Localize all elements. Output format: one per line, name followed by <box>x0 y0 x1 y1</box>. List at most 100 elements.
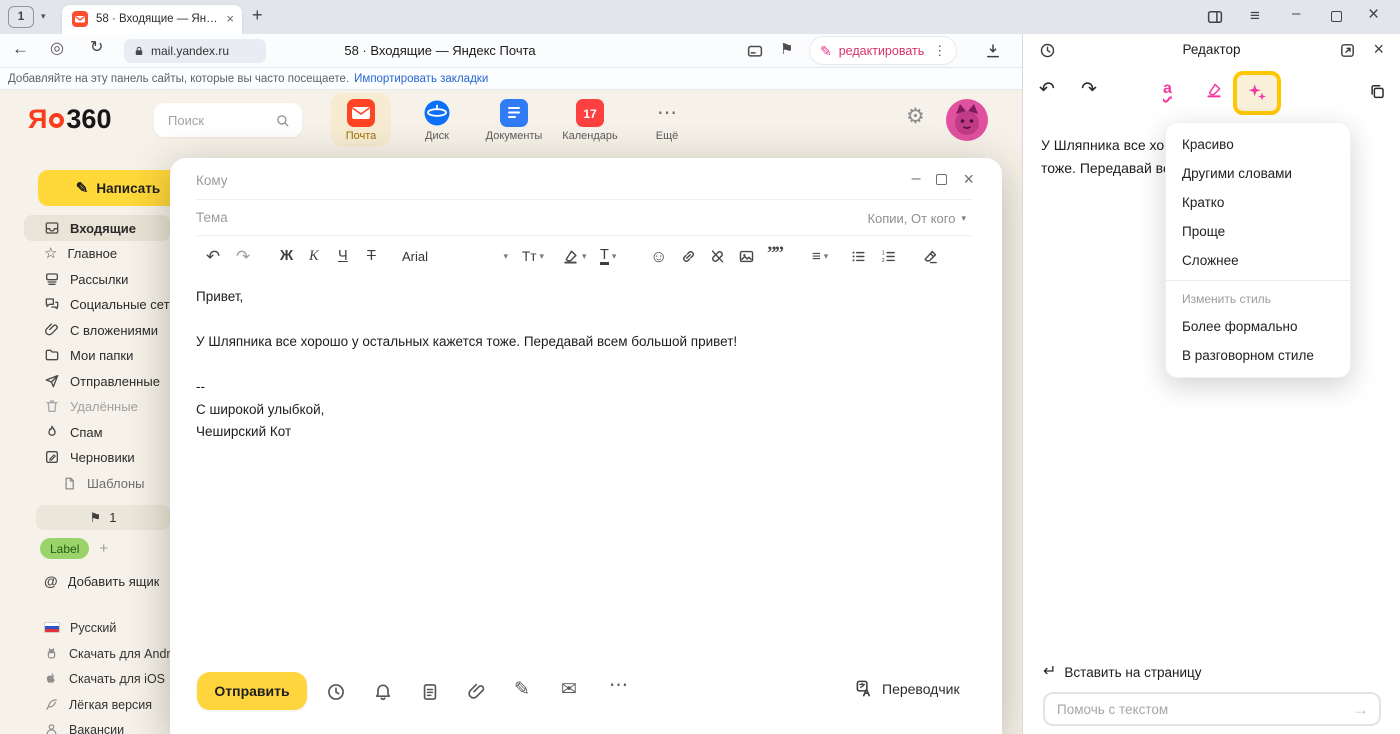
strikethrough-button[interactable]: Т <box>367 246 376 266</box>
improve-style-icon[interactable] <box>1205 81 1223 99</box>
reminder-bell-icon[interactable] <box>373 682 393 702</box>
envelope-icon[interactable]: ✉ <box>561 680 577 699</box>
collections-card-icon[interactable] <box>746 42 764 60</box>
browser-menu-icon[interactable]: ≡ <box>1250 7 1260 24</box>
send-button[interactable]: Отправить <box>197 672 307 710</box>
sidebar-toggle-icon[interactable] <box>1206 8 1224 26</box>
app-tile-docs[interactable]: Документы <box>482 93 546 147</box>
menu-item-simpler[interactable]: Проще <box>1166 217 1350 246</box>
search-input[interactable] <box>168 113 275 128</box>
add-label-plus-icon[interactable]: + <box>99 541 108 556</box>
app-tile-mail[interactable]: Почта <box>331 93 391 147</box>
undo-icon[interactable]: ↶ <box>206 246 220 266</box>
mail-search-box[interactable] <box>154 103 302 137</box>
reload-icon[interactable]: ↻ <box>90 40 103 56</box>
folder-social[interactable]: Социальные сети <box>24 291 170 317</box>
clear-format-eraser-icon[interactable] <box>922 246 939 266</box>
text-color-button[interactable]: Т▾ <box>600 246 616 266</box>
window-minimize-button[interactable]: – <box>1292 6 1300 21</box>
more-options-icon[interactable]: ⋯ <box>609 676 628 695</box>
back-button-icon[interactable]: ← <box>12 40 29 57</box>
font-family-select[interactable]: Arial ▾ <box>402 246 508 266</box>
menu-item-other-words[interactable]: Другими словами <box>1166 159 1350 188</box>
import-bookmarks-link[interactable]: Импортировать закладки <box>354 73 488 85</box>
folder-important[interactable]: ☆ Главное <box>24 240 170 266</box>
edit-page-button[interactable]: ✎ редактировать ⋮ <box>810 37 956 64</box>
panel-redo-icon[interactable]: ↷ <box>1081 80 1097 99</box>
menu-item-more-formal[interactable]: Более формально <box>1166 312 1350 341</box>
schedule-send-clock-icon[interactable] <box>326 682 346 702</box>
copy-icon[interactable] <box>1368 82 1386 100</box>
window-maximize-button[interactable] <box>1331 11 1342 22</box>
app-tile-disk[interactable]: Диск <box>407 93 467 147</box>
insert-image-icon[interactable] <box>738 246 755 266</box>
folder-newsletters[interactable]: Рассылки <box>24 266 170 292</box>
add-mailbox-button[interactable]: @ Добавить ящик <box>24 568 170 594</box>
settings-gear-icon[interactable]: ⚙ <box>906 106 925 127</box>
cc-from-toggle[interactable]: Копии, От кого ▾ <box>867 200 966 236</box>
folder-inbox[interactable]: Входящие <box>24 215 170 241</box>
app-tile-calendar[interactable]: 17 Календарь <box>560 93 620 147</box>
highlight-color-button[interactable]: ▾ <box>562 246 587 266</box>
new-tab-button[interactable]: + <box>252 6 263 24</box>
tab-close-icon[interactable]: × <box>226 12 234 25</box>
submit-arrow-icon[interactable]: → <box>1352 701 1369 718</box>
fix-errors-icon[interactable]: a <box>1163 80 1172 98</box>
tab-list-chevron-icon[interactable]: ▾ <box>41 12 46 21</box>
menu-item-conversational[interactable]: В разговорном стиле <box>1166 341 1350 370</box>
signature-pen-icon[interactable]: ✎ <box>514 680 530 699</box>
bold-button[interactable]: Ж <box>280 246 293 266</box>
emoji-icon[interactable]: ☺ <box>650 246 667 266</box>
protect-icon[interactable]: ◎ <box>50 41 64 57</box>
menu-item-beautiful[interactable]: Красиво <box>1166 130 1350 159</box>
menu-item-shorter[interactable]: Кратко <box>1166 188 1350 217</box>
panel-undo-icon[interactable]: ↶ <box>1039 80 1055 99</box>
notes-doc-icon[interactable] <box>420 682 440 702</box>
light-version-link[interactable]: Лёгкая версия <box>24 692 170 717</box>
download-ios-link[interactable]: Скачать для iOS <box>24 666 170 691</box>
detach-panel-icon[interactable] <box>1339 42 1356 59</box>
active-tab[interactable]: 58 · Входящие — Янде… × <box>62 5 242 34</box>
underline-button[interactable]: Ч <box>338 246 348 266</box>
menu-item-more-complex[interactable]: Сложнее <box>1166 246 1350 275</box>
italic-button[interactable]: К <box>309 246 319 266</box>
translator-button[interactable]: Переводчик <box>855 679 960 698</box>
to-field[interactable]: Кому <box>196 162 972 200</box>
app-tile-more[interactable]: ⋯ Ещё <box>637 93 697 147</box>
download-android-link[interactable]: Скачать для Android <box>24 641 170 666</box>
compose-body[interactable]: Привет, У Шляпника все хорошо у остальны… <box>196 286 962 444</box>
panel-header: Редактор × <box>1023 34 1400 66</box>
align-button[interactable]: ≡▾ <box>812 246 828 266</box>
rewrite-sparkles-button[interactable] <box>1233 71 1281 115</box>
user-avatar[interactable] <box>946 99 988 141</box>
attach-paperclip-icon[interactable] <box>467 682 487 702</box>
bookmark-flag-icon[interactable]: ⚑ <box>780 42 793 57</box>
tab-list-button[interactable]: 1 <box>8 6 34 28</box>
subject-field[interactable]: Тема Копии, От кого ▾ <box>196 200 972 236</box>
edit-more-kebab-icon[interactable]: ⋮ <box>933 44 946 57</box>
quote-icon[interactable]: ”” <box>767 244 782 264</box>
insert-link-icon[interactable] <box>680 246 697 266</box>
downloads-icon[interactable] <box>984 42 1002 60</box>
prompt-input[interactable] <box>1057 702 1352 717</box>
redo-icon[interactable]: ↷ <box>236 246 250 266</box>
folder-sent[interactable]: Отправленные <box>24 368 170 394</box>
folder-templates[interactable]: Шаблоны <box>24 470 170 496</box>
folder-deleted[interactable]: Удалённые <box>24 393 170 419</box>
window-close-button[interactable]: × <box>1368 5 1379 24</box>
remove-link-icon[interactable] <box>709 246 726 266</box>
folder-drafts[interactable]: Черновики <box>24 444 170 470</box>
numbered-list-icon[interactable] <box>880 246 897 266</box>
folder-attachments[interactable]: С вложениями <box>24 317 170 343</box>
panel-close-icon[interactable]: × <box>1373 40 1384 58</box>
yandex-360-logo[interactable]: Я 360 <box>28 104 111 135</box>
insert-to-page-button[interactable]: ↵ Вставить на страницу <box>1043 664 1202 680</box>
language-link[interactable]: Русский <box>24 615 170 640</box>
folder-my-folders[interactable]: Мои папки <box>24 342 170 368</box>
folder-spam[interactable]: Спам <box>24 419 170 445</box>
vacancies-link[interactable]: Вакансии <box>24 717 170 734</box>
bullet-list-icon[interactable] <box>850 246 867 266</box>
bookmarked-messages[interactable]: ⚑ 1 <box>36 505 170 530</box>
label-tag[interactable]: Label <box>40 538 89 559</box>
font-size-select[interactable]: Тт ▾ <box>522 246 544 266</box>
